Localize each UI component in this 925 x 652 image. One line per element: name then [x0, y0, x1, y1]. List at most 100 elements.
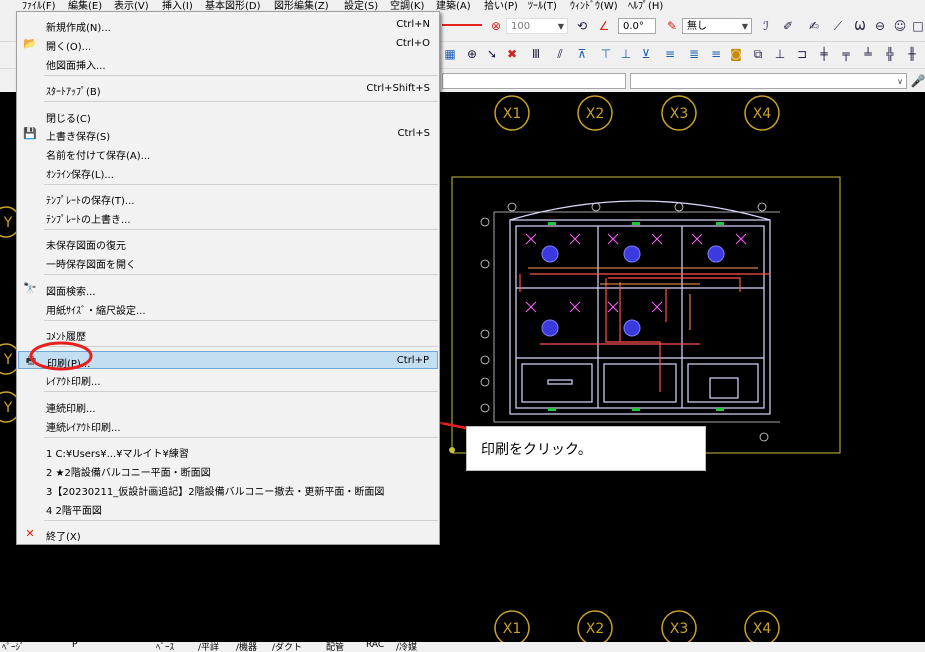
layer-combo[interactable] — [442, 73, 626, 89]
tab-refrigerant[interactable]: /冷媒 — [396, 642, 417, 652]
dimension-icon[interactable]: ⫽ — [552, 46, 568, 62]
menu-architecture[interactable]: 建築(A) — [436, 0, 471, 11]
menu-item-exit[interactable]: ✕ 終了(X) — [18, 525, 438, 543]
menu-item-continuous-layout-print[interactable]: 連続ﾚｲｱｳﾄ印刷... — [18, 416, 438, 434]
menu-item-save[interactable]: 💾 上書き保存(S) Ctrl+S — [18, 125, 438, 143]
angle-icon[interactable]: ∠ — [596, 18, 612, 34]
menu-item-continuous-print[interactable]: 連続印刷... — [18, 397, 438, 415]
menu-item-new[interactable]: 新規作成(N)... Ctrl+N — [18, 16, 438, 34]
menu-file[interactable]: ﾌｧｲﾙ(F) — [22, 0, 56, 11]
grid-bubbles-top: X1 X2 X3 X4 — [494, 95, 780, 131]
menu-item-online-save[interactable]: ｵﾝﾗｲﾝ保存(L)... — [18, 163, 438, 181]
menu-bar: ﾌｧｲﾙ(F) 編集(E) 表示(V) 挿入(I) 基本図形(D) 図形編集(Z… — [0, 0, 925, 11]
close-icon: ✕ — [25, 527, 35, 540]
menu-hvac[interactable]: 空調(K) — [390, 0, 424, 11]
none-combo[interactable]: 無し ▼ — [682, 18, 752, 34]
equipment-units — [541, 245, 725, 337]
tab-equipment[interactable]: /機器 — [236, 642, 257, 652]
angle-field[interactable]: 0.0° — [618, 18, 656, 34]
grid-label-y1: Y — [3, 215, 13, 231]
circle-tool-icon[interactable]: ⊖ — [872, 18, 888, 34]
menu-item-recent-2[interactable]: 2 ★2階設備バルコニー平面・断面図 — [18, 461, 438, 479]
value-combo[interactable]: 100 ▼ — [506, 18, 568, 34]
grid-label-bottom-x2: X2 — [586, 621, 605, 637]
menu-basic-shapes[interactable]: 基本図形(D) — [205, 0, 261, 11]
rotate-icon[interactable]: ⟲ — [574, 18, 590, 34]
menu-help[interactable]: ﾍﾙﾌﾟ(H) — [628, 0, 663, 11]
pipe-icon[interactable]: ℐ — [758, 18, 774, 34]
microphone-icon[interactable]: 🎤 — [910, 73, 925, 89]
symbol-7-icon[interactable]: ╫ — [904, 46, 920, 62]
menu-view[interactable]: 表示(V) — [114, 0, 149, 11]
menu-item-recent-4[interactable]: 4 2階平面図 — [18, 499, 438, 517]
line-color-sample[interactable] — [442, 24, 482, 26]
menu-separator — [44, 75, 438, 76]
tab-detail[interactable]: /平詳 — [198, 642, 219, 652]
menu-shape-edit[interactable]: 図形編集(Z) — [274, 0, 329, 11]
grid-label-x3: X3 — [670, 106, 689, 122]
menu-edit[interactable]: 編集(E) — [68, 0, 102, 11]
command-combo[interactable]: ∨ — [630, 73, 907, 89]
brush-icon[interactable]: ✐ — [780, 18, 796, 34]
target-icon[interactable]: ⊕ — [464, 46, 480, 62]
arrow-point-icon[interactable]: ➘ — [484, 46, 500, 62]
edit-icon[interactable]: ✍ — [806, 18, 822, 34]
arc-tool-icon[interactable]: ☺ — [892, 18, 908, 34]
menu-item-save-as[interactable]: 名前を付けて保存(A)... — [18, 144, 438, 162]
grid-label-bottom-x3: X3 — [670, 621, 689, 637]
eraser-icon[interactable]: ✖ — [504, 46, 520, 62]
chevron-down-icon: ∨ — [897, 77, 903, 86]
symbol-3-icon[interactable]: ╪ — [816, 46, 832, 62]
tab-base[interactable]: ﾍﾞｰｽ — [156, 642, 174, 652]
label-icon[interactable]: ◙ — [728, 46, 744, 62]
menu-insert[interactable]: 挿入(I) — [162, 0, 193, 11]
no-entry-icon[interactable]: ⊗ — [488, 18, 504, 34]
symbol-2-icon[interactable]: ⊐ — [794, 46, 810, 62]
menu-item-insert-other[interactable]: 他図面挿入... — [18, 54, 438, 72]
menu-item-recent-1[interactable]: 1 C:¥Users¥...¥マルイト¥練習 — [18, 442, 438, 460]
menu-item-paper-size[interactable]: 用紙ｻｲｽﾞ・縮尺設定... — [18, 299, 438, 317]
tab-rac[interactable]: RAC — [366, 642, 384, 650]
menu-item-layout-print[interactable]: ﾚｲｱｳﾄ印刷... — [18, 370, 438, 388]
menu-tools[interactable]: ﾂｰﾙ(T) — [528, 0, 557, 11]
symbol-6-icon[interactable]: ╬ — [882, 46, 898, 62]
tab-piping[interactable]: 配管 — [326, 642, 344, 652]
menu-item-recent-3[interactable]: 3【20230211_仮設計画追記】2階設備バルコニー撤去・更新平面・断面図 — [18, 480, 438, 498]
menu-item-search[interactable]: 🔭 図面検索... — [18, 280, 438, 298]
text-style-icon[interactable]: ≡ — [662, 46, 678, 62]
menu-item-open[interactable]: 📂 開く(O)... Ctrl+O — [18, 35, 438, 53]
polyline-icon[interactable]: Ѡ — [852, 18, 868, 34]
status-page: ﾍﾟｰｼﾞ — [2, 643, 25, 652]
status-bar: ﾍﾟｰｼﾞ P ﾍﾞｰｽ /平詳 /機器 /ダクト 配管 RAC /冷媒 — [0, 642, 925, 652]
frame-icon[interactable]: ⧉ — [750, 46, 766, 62]
grid-icon[interactable]: ▦ — [442, 46, 458, 62]
menu-pickup[interactable]: 拾い(P) — [484, 0, 518, 11]
symbol-4-icon[interactable]: ╤ — [838, 46, 854, 62]
line-tool-icon[interactable]: ⟋ — [830, 18, 846, 34]
ducts — [519, 273, 770, 392]
menu-item-close[interactable]: 閉じる(C) — [18, 107, 438, 125]
align-center-icon[interactable]: ⊥ — [618, 46, 634, 62]
align-bottom-icon[interactable]: ⊻ — [638, 46, 654, 62]
folder-open-icon: 📂 — [23, 37, 37, 50]
menu-item-open-temp[interactable]: 一時保存図面を開く — [18, 253, 438, 271]
align-top-icon[interactable]: ⊤ — [598, 46, 614, 62]
annotation-icon[interactable]: ⊼ — [574, 46, 590, 62]
symbol-1-icon[interactable]: ⊥ — [772, 46, 788, 62]
menu-window[interactable]: ｳｨﾝﾄﾞｳ(W) — [570, 0, 618, 11]
hatch-icon[interactable]: Ⅲ — [528, 46, 544, 62]
rect-tool-icon[interactable]: □ — [910, 18, 925, 34]
text-style-3-icon[interactable]: ≡ — [708, 46, 724, 62]
menu-item-overwrite-template[interactable]: ﾃﾝﾌﾟﾚｰﾄの上書き... — [18, 208, 438, 226]
menu-separator — [44, 229, 438, 230]
file-menu-dropdown: 新規作成(N)... Ctrl+N 📂 開く(O)... Ctrl+O 他図面挿入..… — [16, 11, 440, 545]
text-style-2-icon[interactable]: ≣ — [686, 46, 702, 62]
menu-item-startup[interactable]: ｽﾀｰﾄｱｯﾌﾟ(B) Ctrl+Shift+S — [18, 80, 438, 98]
menu-item-restore-unsaved[interactable]: 未保存図面の復元 — [18, 234, 438, 252]
pen-icon[interactable]: ✎ — [664, 18, 680, 34]
symbol-5-icon[interactable]: ╧ — [860, 46, 876, 62]
grid-label-bottom-x4: X4 — [753, 621, 772, 637]
menu-item-save-template[interactable]: ﾃﾝﾌﾟﾚｰﾄの保存(T)... — [18, 189, 438, 207]
menu-settings[interactable]: 設定(S) — [344, 0, 378, 11]
tab-duct[interactable]: /ダクト — [272, 642, 302, 652]
